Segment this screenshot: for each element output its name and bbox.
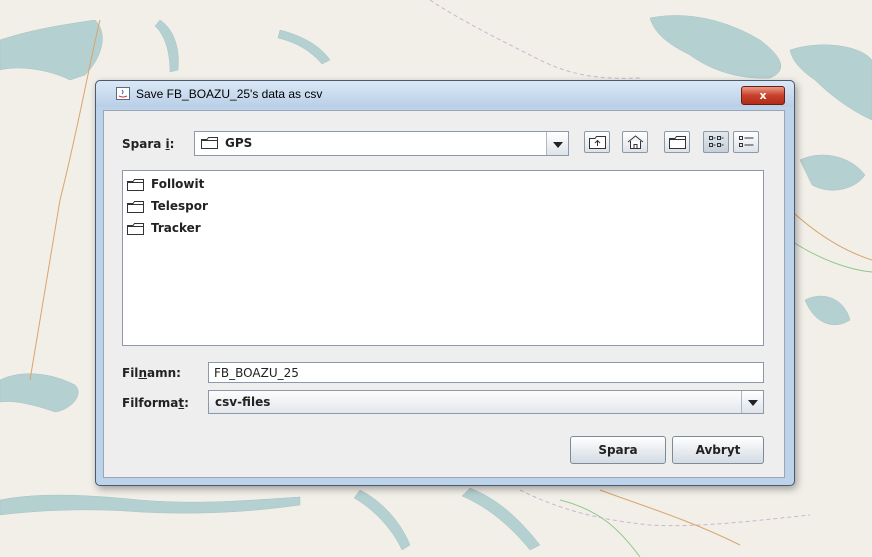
new-folder-button[interactable] (664, 131, 690, 153)
file-name: Telespor (151, 199, 208, 213)
look-in-value: GPS (225, 136, 253, 150)
cancel-button[interactable]: Avbryt (672, 436, 764, 464)
details-view-icon (739, 136, 754, 147)
look-in-label: Spara i: (122, 137, 175, 151)
close-icon: x (759, 89, 767, 102)
folder-icon (127, 201, 144, 213)
file-name: Tracker (151, 221, 201, 235)
fileformat-label: Filformat: (122, 396, 189, 410)
up-one-level-button[interactable] (584, 131, 610, 153)
dialog-title: Save FB_BOAZU_25's data as csv (136, 87, 323, 101)
new-folder-icon (669, 136, 686, 149)
filename-input[interactable] (208, 362, 764, 383)
fileformat-value: csv-files (215, 395, 271, 409)
chevron-down-icon[interactable] (546, 132, 568, 155)
list-view-button[interactable] (703, 131, 729, 153)
file-name: Followit (151, 177, 205, 191)
home-icon (627, 135, 644, 149)
details-view-button[interactable] (733, 131, 759, 153)
close-button[interactable]: x (741, 86, 785, 105)
folder-icon (201, 137, 218, 149)
title-bar[interactable]: Save FB_BOAZU_25's data as csv x (96, 81, 794, 107)
look-in-combo[interactable]: GPS (194, 131, 569, 156)
file-list[interactable]: Followit Telespor Tracker (122, 170, 764, 346)
folder-icon (127, 179, 144, 191)
save-button[interactable]: Spara (570, 436, 666, 464)
up-one-level-icon (589, 136, 606, 149)
folder-icon (127, 223, 144, 235)
home-button[interactable] (622, 131, 648, 153)
java-icon (116, 87, 130, 100)
chevron-down-icon[interactable] (741, 391, 763, 413)
filename-label: Filnamn: (122, 366, 181, 380)
fileformat-combo[interactable]: csv-files (208, 390, 764, 414)
list-view-icon (709, 136, 724, 147)
